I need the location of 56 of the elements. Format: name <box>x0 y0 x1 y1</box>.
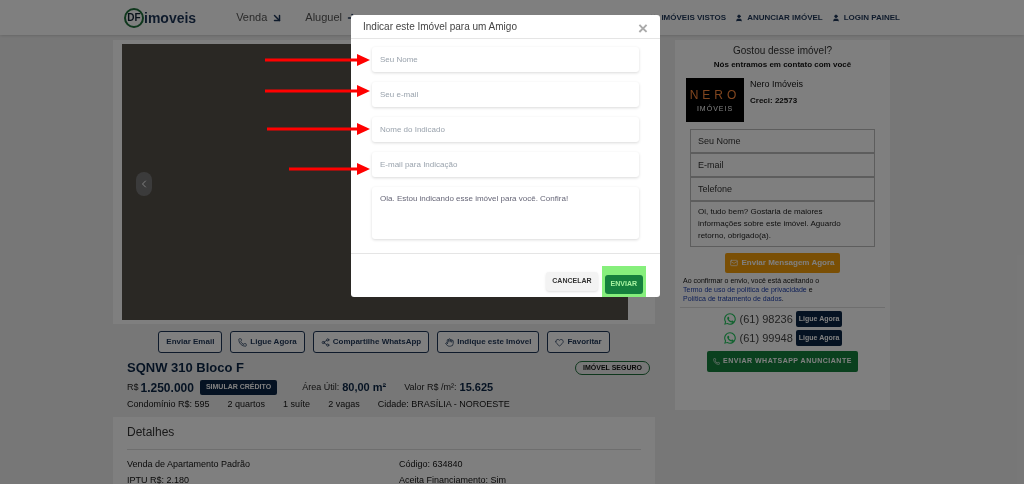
share-icon <box>320 337 330 347</box>
area-label: Área Útil: <box>302 380 340 394</box>
action-button[interactable]: Compartilhe WhatsApp <box>312 331 430 353</box>
detail-text: Venda de Apartamento Padrão <box>127 458 252 471</box>
contact-input[interactable]: Telefone <box>690 177 875 201</box>
modal-title: Indicar este Imóvel para um Amigo <box>363 20 517 35</box>
logo-mark: DF <box>124 7 144 28</box>
action-button[interactable]: Favoritar <box>547 331 610 353</box>
phone-icon <box>238 337 248 347</box>
detail-text: Código: 634840 <box>399 458 464 471</box>
contact-input[interactable]: E-mail <box>690 153 875 177</box>
phone-icon <box>713 358 721 365</box>
modal-message-field[interactable]: Ola. Estou indicando esse imóvel para você. Confira! <box>372 187 639 240</box>
price-prefix: R$ <box>127 380 139 394</box>
contact-subtitle: Nós entramos em contato com você <box>713 59 852 71</box>
contact-title: Gostou desse imóvel? <box>733 44 832 58</box>
user-icon <box>735 13 744 22</box>
price: 1.250.000 <box>140 379 194 397</box>
contact-input[interactable]: Seu Nome <box>690 129 875 153</box>
carousel-prev-button[interactable] <box>136 172 152 196</box>
header-link[interactable]: ANUNCIAR IMÓVEL <box>735 11 823 24</box>
whatsapp-icon <box>722 330 737 345</box>
message-field[interactable]: Oi, tudo bem? Gostaria de maiores informações sobre este imóvel. Aguardo retorno, obrigado(a). <box>690 201 875 247</box>
logo-text: imoveis <box>144 10 197 25</box>
modal-input[interactable]: Seu Nome <box>372 47 639 73</box>
listing-fact: 2 vagas <box>328 397 360 411</box>
whatsapp-icon <box>722 312 737 327</box>
listing-fact: Cidade: BRASÍLIA - NOROESTE <box>377 397 510 411</box>
area-value: 80,00 m² <box>342 380 387 396</box>
action-button[interactable]: Ligue Agora <box>230 331 305 353</box>
modal-input[interactable]: Seu e-mail <box>372 82 639 108</box>
header-link[interactable]: LOGIN PAINEL <box>831 11 900 24</box>
action-button[interactable]: Enviar Email <box>158 331 223 353</box>
details-title: Detalhes <box>127 423 641 450</box>
heart-icon <box>555 337 565 347</box>
detail-text: Aceita Financiamento: Sim <box>399 473 508 484</box>
nav-link[interactable]: Venda <box>236 9 284 26</box>
listing-fact: 2 quartos <box>227 397 266 411</box>
modal-input[interactable]: Nome do Indicado <box>372 117 639 143</box>
listing-fact: Condomínio R$: 595 <box>127 397 210 411</box>
phone-number: (61) 98236 <box>739 312 793 327</box>
detail-text: IPTU R$: 2.180 <box>127 473 191 484</box>
mail-icon <box>730 259 739 267</box>
modal-input[interactable]: E-mail para Indicação <box>372 152 639 178</box>
user-icon <box>831 13 840 22</box>
agency-name: Nero Imóveis <box>750 78 803 91</box>
close-button[interactable]: × <box>638 19 648 37</box>
hand-icon <box>445 337 455 347</box>
price-per-m2-label: Valor R$ /m²: <box>404 380 457 394</box>
action-button[interactable]: Indique este Imóvel <box>437 331 540 353</box>
phone-number: (61) 99948 <box>739 330 793 346</box>
listing-fact: 1 suíte <box>283 397 311 411</box>
price-per-m2: 15.625 <box>459 380 494 396</box>
agency-creci: Creci: 22573 <box>750 94 799 107</box>
agency-logo-text: NERO <box>689 86 741 104</box>
listing-title: SQNW 310 Bloco F <box>127 359 245 377</box>
